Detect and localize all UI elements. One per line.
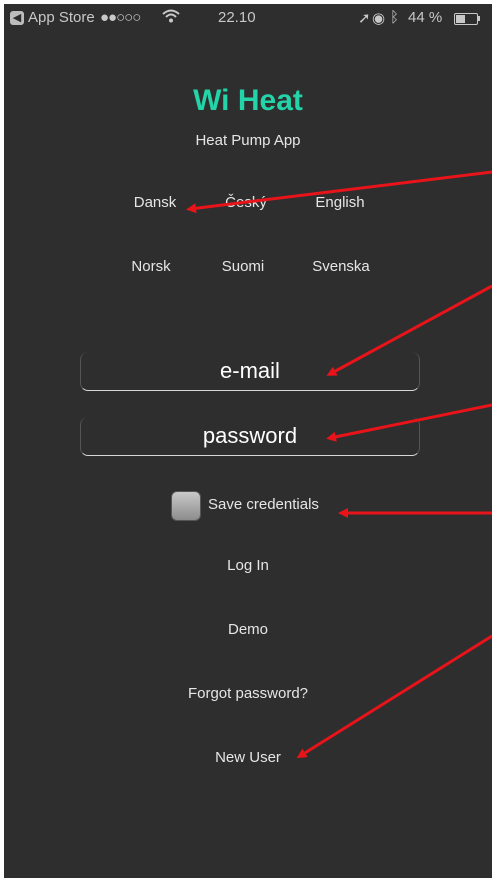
annotation-arrow-new-user: [296, 634, 492, 759]
annotation-arrows: [186, 170, 492, 759]
annotation-arrow-password: [326, 403, 492, 442]
annotation-arrow-email: [326, 284, 492, 376]
annotation-arrow-languages: [186, 170, 492, 214]
app-screen: ◀ App Store ●●○○○ 22.10 ➚ ◉ ᛒ 44 % Wi He…: [4, 4, 492, 878]
